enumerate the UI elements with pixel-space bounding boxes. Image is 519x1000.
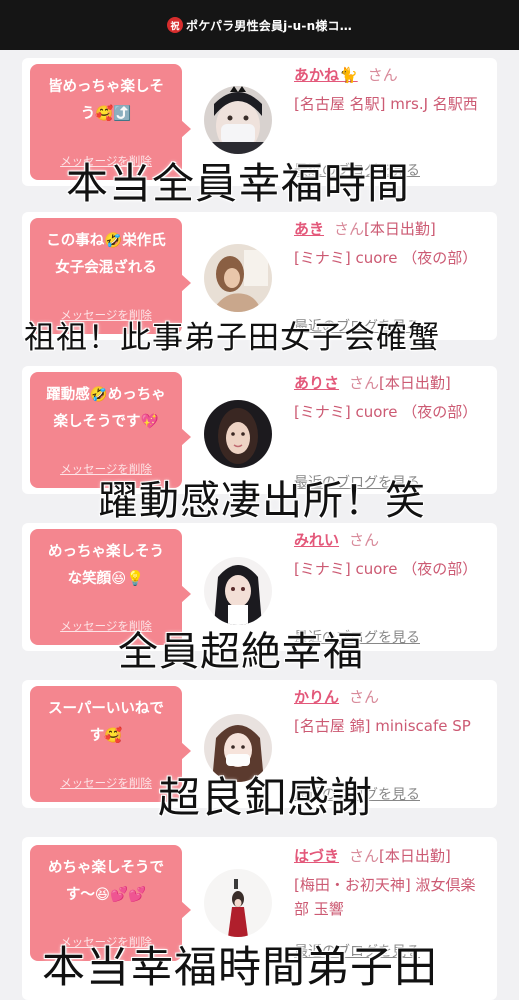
- avatar[interactable]: [204, 86, 272, 154]
- shop-name[interactable]: [ミナミ] cuore （夜の部）: [294, 246, 489, 270]
- title-bar: 祝 ポケパラ男性会員j-u-n様コ…: [0, 0, 519, 50]
- message-text: めっちゃ楽しそう な笑顔😆💡: [48, 544, 164, 587]
- overlay-caption: 本当全員幸福時間: [66, 159, 411, 208]
- cast-info: かりん さん [名古屋 錦] miniscafe SP: [294, 686, 489, 738]
- cast-name-link[interactable]: はづき: [294, 847, 339, 865]
- shop-name[interactable]: [名古屋 錦] miniscafe SP: [294, 714, 489, 738]
- cast-name-link[interactable]: ありさ: [294, 374, 339, 392]
- shop-name[interactable]: [ミナミ] cuore （夜の部）: [294, 400, 489, 424]
- cast-name-link[interactable]: みれい: [294, 531, 339, 549]
- celebration-badge-icon: 祝: [167, 17, 184, 33]
- avatar[interactable]: [204, 244, 272, 312]
- message-text: この事ね🤣栄作氏 女子会混ざれる: [46, 233, 166, 276]
- message-text: 皆めっちゃ楽しそ う🥰⤴️: [48, 79, 164, 122]
- honorific: さん: [349, 688, 380, 706]
- message-card: 躍動感🤣めっちゃ 楽しそうです💖 メッセージを削除 ありさ さん[本日出勤] [ミ…: [22, 366, 497, 524]
- message-card: めっちゃ楽しそう な笑顔😆💡 メッセージを削除 みれい さん [ミナミ] cuor…: [22, 523, 497, 675]
- cast-name-link[interactable]: かりん: [294, 688, 339, 706]
- work-status: [本日出勤]: [379, 374, 451, 392]
- work-status: [本日出勤]: [379, 847, 451, 865]
- cast-info: はづき さん[本日出勤] [梅田・お初天神] 淑女倶楽部 玉響: [294, 845, 489, 921]
- message-card: めちゃ楽しそうで す〜😆💕💕 メッセージを削除 はづき さん[本日出勤] [梅田・…: [22, 837, 497, 1000]
- avatar[interactable]: [204, 400, 272, 468]
- message-text: 躍動感🤣めっちゃ 楽しそうです💖: [46, 387, 166, 430]
- honorific: さん: [334, 220, 365, 238]
- overlay-caption: 全員超絶幸福: [118, 629, 364, 675]
- shop-name[interactable]: [ミナミ] cuore （夜の部）: [294, 557, 489, 581]
- page-title[interactable]: ポケパラ男性会員j-u-n様コ…: [186, 17, 352, 34]
- cast-name-link[interactable]: あかね🐈: [294, 66, 358, 84]
- cast-info: ありさ さん[本日出勤] [ミナミ] cuore （夜の部）: [294, 372, 489, 424]
- overlay-caption: 超良釦感謝: [158, 773, 374, 822]
- cast-info: あき さん[本日出勤] [ミナミ] cuore （夜の部）: [294, 218, 489, 270]
- honorific: さん: [367, 66, 398, 84]
- overlay-caption: 本当幸福時間弟子田: [42, 943, 438, 993]
- honorific: さん: [349, 847, 380, 865]
- message-card: 皆めっちゃ楽しそ う🥰⤴️ メッセージを削除 あかね🐈 さん [名古屋 名駅] m…: [22, 58, 497, 208]
- cast-name-link[interactable]: あき: [294, 220, 324, 238]
- honorific: さん: [349, 531, 380, 549]
- message-card: スーパーいいねで す🥰 メッセージを削除 かりん さん [名古屋 錦] minis…: [22, 680, 497, 822]
- cast-info: みれい さん [ミナミ] cuore （夜の部）: [294, 529, 489, 581]
- cast-info: あかね🐈 さん [名古屋 名駅] mrs.J 名駅西: [294, 64, 489, 116]
- message-card: この事ね🤣栄作氏 女子会混ざれる メッセージを削除 あき さん[本日出勤] [ミナ…: [22, 212, 497, 356]
- message-text: スーパーいいねで す🥰: [48, 701, 164, 744]
- message-text: めちゃ楽しそうで す〜😆💕💕: [48, 860, 164, 903]
- shop-name[interactable]: [梅田・お初天神] 淑女倶楽部 玉響: [294, 873, 489, 921]
- avatar[interactable]: [204, 869, 272, 937]
- honorific: さん: [349, 374, 380, 392]
- shop-name[interactable]: [名古屋 名駅] mrs.J 名駅西: [294, 92, 489, 116]
- work-status: [本日出勤]: [364, 220, 436, 238]
- overlay-caption: 躍動感凄出所！笑: [98, 478, 426, 524]
- avatar[interactable]: [204, 557, 272, 625]
- overlay-caption: 祖祖！此事弟子田女子会確蟹: [24, 320, 440, 356]
